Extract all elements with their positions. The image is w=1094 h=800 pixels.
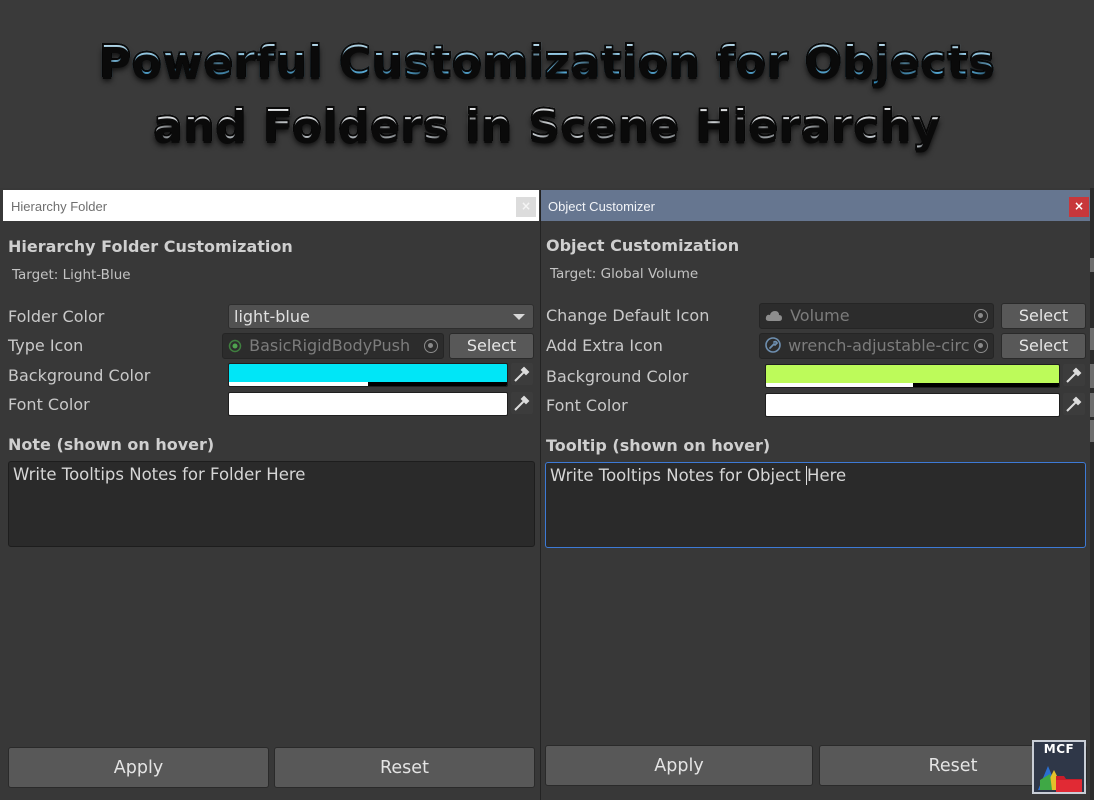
eyedropper-icon [1066,396,1082,412]
background-color-swatch[interactable] [765,364,1060,388]
font-color-swatch[interactable] [765,393,1060,417]
eyedropper-icon [514,395,530,411]
default-icon-value: Volume [790,306,850,325]
tooltip-textarea[interactable]: Write Tooltips Notes for Object Here [545,462,1086,548]
background-color-label: Background Color [546,367,689,386]
tooltip-label: Tooltip (shown on hover) [546,436,771,455]
logo-text: MCF [1043,742,1075,756]
tooltip-text: Write Tooltips Notes for Object [550,466,807,485]
reset-button[interactable]: Reset [274,747,535,788]
alpha-bar [229,382,507,386]
font-color-label: Font Color [546,396,628,415]
alpha-bar [766,383,1059,387]
window-title: Object Customizer [548,199,655,214]
eyedropper-icon [1066,367,1082,383]
background-eyedropper-button[interactable] [511,363,533,385]
folder-color-dropdown[interactable]: light-blue [228,304,534,329]
background-eyedropper-button[interactable] [1063,364,1085,386]
default-icon-field[interactable]: Volume [759,303,994,329]
type-icon-select-button[interactable]: Select [449,333,534,359]
background-color-label: Background Color [8,366,151,385]
object-picker-icon[interactable] [974,339,988,353]
hierarchy-folder-titlebar[interactable]: Hierarchy Folder × [3,190,539,221]
close-button[interactable]: × [516,197,536,217]
default-icon-label: Change Default Icon [546,306,710,325]
eyedropper-icon [514,366,530,382]
note-label: Note (shown on hover) [8,435,215,454]
cloud-icon [765,308,783,327]
apply-button[interactable]: Apply [8,747,269,788]
type-icon-label: Type Icon [8,336,84,355]
mcf-logo: MCF [1032,740,1086,794]
type-icon-value: BasicRigidBodyPush [249,336,411,355]
close-button[interactable]: × [1069,197,1089,217]
folder-color-label: Folder Color [8,307,105,326]
target-label: Target: Light-Blue [12,267,131,283]
banner-title-line-1: Powerful Customization for Objects [0,35,1094,88]
object-picker-icon[interactable] [974,309,988,323]
target-label: Target: Global Volume [550,266,699,282]
default-icon-select-button[interactable]: Select [1001,303,1086,329]
extra-icon-label: Add Extra Icon [546,336,663,355]
banner-title-line-2: and Folders in Scene Hierarchy [0,99,1094,152]
background-window-edge [1090,188,1094,800]
window-title: Hierarchy Folder [11,199,108,214]
extra-icon-field[interactable]: wrench-adjustable-circ [759,333,994,359]
object-customizer-window: Object Customizer × Object Customization… [540,190,1090,800]
folder-color-value: light-blue [234,307,310,326]
font-eyedropper-button[interactable] [1063,393,1085,415]
note-textarea[interactable]: Write Tooltips Notes for Folder Here [8,461,535,547]
promo-banner: Powerful Customization for Objects and F… [0,0,1094,188]
extra-icon-value: wrench-adjustable-circ [788,336,970,355]
section-heading: Object Customization [546,236,740,255]
font-color-swatch[interactable] [228,392,508,416]
extra-icon-select-button[interactable]: Select [1001,333,1086,359]
background-color-swatch[interactable] [228,363,508,387]
close-icon: × [1073,199,1085,213]
apply-button[interactable]: Apply [545,745,813,786]
tooltip-text-tail: Here [807,466,847,485]
section-heading: Hierarchy Folder Customization [8,237,293,256]
object-customizer-titlebar[interactable]: Object Customizer × [541,190,1090,221]
rigidbody-script-icon [228,338,242,357]
note-text: Write Tooltips Notes for Folder Here [13,465,306,484]
font-eyedropper-button[interactable] [511,392,533,414]
font-color-label: Font Color [8,395,90,414]
hierarchy-folder-window: Hierarchy Folder × Hierarchy Folder Cust… [3,190,539,800]
type-icon-field[interactable]: BasicRigidBodyPush [222,333,444,359]
object-picker-icon[interactable] [424,339,438,353]
close-icon: × [520,199,532,213]
folder-logo-icon [1038,766,1082,792]
wrench-circle-icon [765,337,781,357]
chevron-down-icon [513,314,525,320]
